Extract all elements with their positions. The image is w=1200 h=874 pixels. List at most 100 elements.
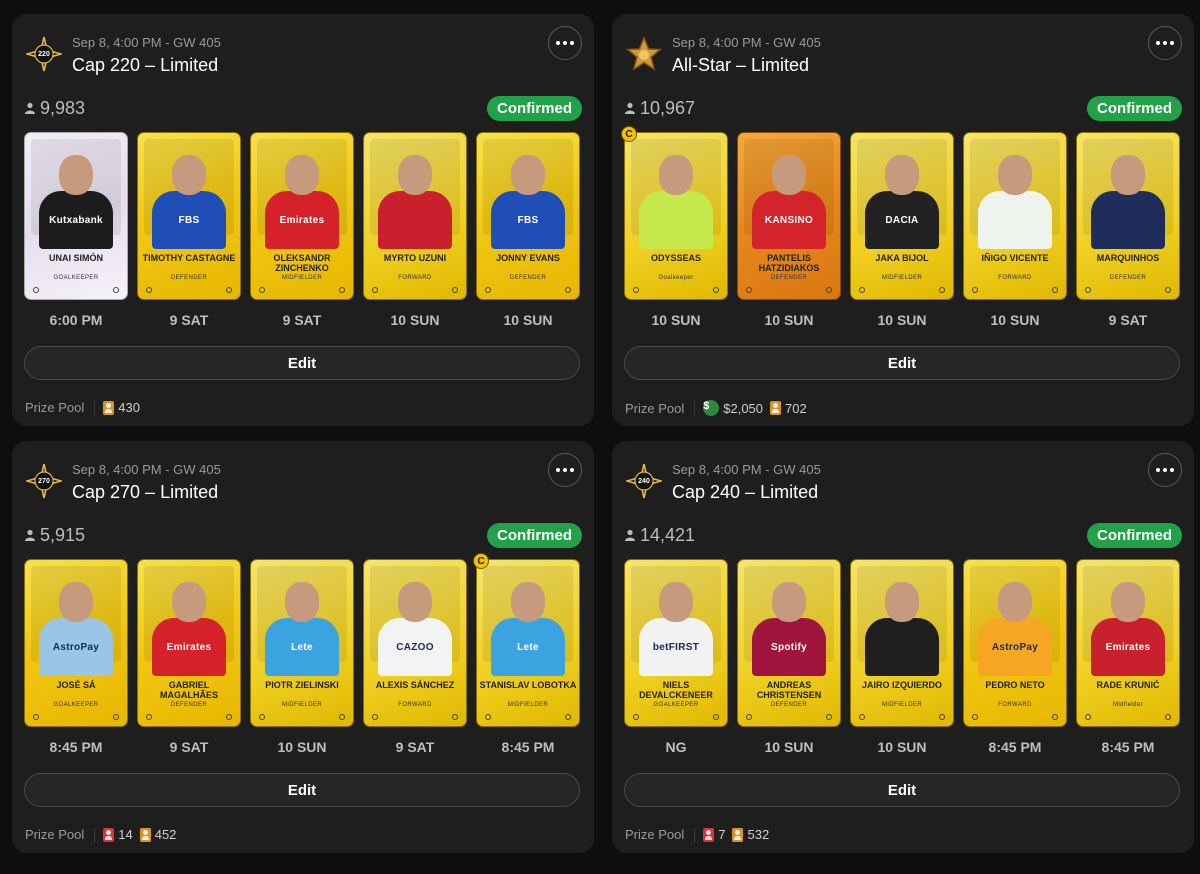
player-card[interactable]: Emirates OLEKSANDR ZINCHENKO MIDFIELDER — [250, 132, 354, 300]
card-footer — [33, 714, 119, 720]
player-position: DEFENDER — [170, 702, 208, 708]
player-card[interactable]: AstroPay PEDRO NETO FORWARD — [963, 559, 1067, 727]
player-card[interactable]: DACIA JAKA BIJOL MIDFIELDER — [850, 132, 954, 300]
club-crest-icon — [372, 287, 378, 293]
player-card[interactable]: Lete PIOTR ZIELINSKI MIDFIELDER — [250, 559, 354, 727]
captain-badge: C — [621, 126, 637, 142]
player-position: MIDFIELDER — [881, 275, 923, 281]
player-card[interactable]: JAIRO IZQUIERDO MIDFIELDER — [850, 559, 954, 727]
league-icon — [1052, 714, 1058, 720]
star-badge-icon: 240 — [626, 463, 662, 499]
ellipsis-icon — [555, 468, 576, 472]
player-card[interactable]: CAZOO ALEXIS SÁNCHEZ FORWARD — [363, 559, 467, 727]
prize-value: 452 — [154, 827, 177, 842]
edit-button[interactable]: Edit — [24, 346, 580, 380]
player-portrait — [285, 582, 319, 622]
prize-value: $2,050 — [723, 400, 764, 416]
dollar-icon: $ — [703, 400, 720, 416]
prize-pool: Prize Pool 430 — [25, 400, 147, 415]
player-card[interactable]: KANSINO PANTELIS HATZIDIAKOS DEFENDER — [737, 132, 841, 300]
kickoff-time: 8:45 PM — [501, 739, 555, 755]
entries-count: 5,915 — [24, 525, 85, 546]
player-position: Goalkeeper — [658, 275, 694, 281]
edit-button[interactable]: Edit — [624, 346, 1180, 380]
player-name: TIMOTHY CASTAGNE — [142, 253, 236, 263]
player-card[interactable]: FBS TIMOTHY CASTAGNE DEFENDER — [137, 132, 241, 300]
star-badge-icon: 270 — [26, 463, 62, 499]
badge-label: 270 — [38, 478, 50, 485]
kickoff-time: 10 SUN — [390, 312, 440, 328]
player-slot: MYRTO UZUNI FORWARD 10 SUN — [363, 132, 467, 329]
lineup-header-text: Sep 8, 4:00 PM - GW 405 All-Star – Limite… — [672, 34, 821, 77]
lineup-header-text: Sep 8, 4:00 PM - GW 405 Cap 270 – Limited — [72, 461, 221, 504]
kickoff-time: 10 SUN — [877, 312, 927, 328]
player-portrait — [511, 582, 545, 622]
prize-item: 14 — [103, 827, 133, 842]
league-icon — [226, 287, 232, 293]
player-portrait — [59, 582, 93, 622]
card-footer — [146, 287, 232, 293]
club-crest-icon — [485, 287, 491, 293]
entries-count: 9,983 — [24, 98, 85, 119]
ellipsis-icon — [1155, 41, 1176, 45]
player-card[interactable]: MYRTO UZUNI FORWARD — [363, 132, 467, 300]
player-card[interactable]: betFIRST NIELS DEVALCKENEER GOALKEEPER — [624, 559, 728, 727]
club-crest-icon — [972, 287, 978, 293]
player-card[interactable]: IÑIGO VICENTE FORWARD — [963, 132, 1067, 300]
shirt-sponsor: FBS — [178, 215, 200, 226]
player-card[interactable]: AstroPay JOSÉ SÁ GOALKEEPER — [24, 559, 128, 727]
player-name: MARQUINHOS — [1096, 253, 1160, 263]
prize-item: 532 — [732, 827, 769, 842]
player-portrait — [1111, 155, 1145, 195]
player-slot: Spotify ANDREAS CHRISTENSEN DEFENDER 10 SUN — [737, 559, 841, 756]
person-icon — [24, 98, 40, 119]
person-icon — [624, 98, 640, 119]
lineup-header-text: Sep 8, 4:00 PM - GW 405 Cap 240 – Limited — [672, 461, 821, 504]
more-options-button[interactable] — [548, 26, 582, 60]
player-card[interactable]: Lete STANISLAV LOBOTKA MIDFIELDER — [476, 559, 580, 727]
club-crest-icon — [746, 714, 752, 720]
shirt-sponsor: Lete — [517, 642, 539, 653]
club-crest-icon — [33, 714, 39, 720]
shirt-sponsor: AstroPay — [991, 642, 1039, 653]
shirt-sponsor: KANSINO — [764, 215, 814, 226]
club-crest-icon — [146, 714, 152, 720]
player-position: GOALKEEPER — [653, 702, 699, 708]
club-crest-icon — [859, 714, 865, 720]
league-icon — [339, 714, 345, 720]
player-card[interactable]: Emirates GABRIEL MAGALHÃES DEFENDER — [137, 559, 241, 727]
prize-pool: Prize Pool $ $2,050 702 — [625, 400, 814, 416]
player-name: MYRTO UZUNI — [383, 253, 447, 263]
club-crest-icon — [33, 287, 39, 293]
card-footer — [633, 287, 719, 293]
player-portrait — [659, 582, 693, 622]
player-slot: AstroPay JOSÉ SÁ GOALKEEPER 8:45 PM — [24, 559, 128, 756]
more-options-button[interactable] — [1148, 453, 1182, 487]
player-card[interactable]: FBS JONNY EVANS DEFENDER — [476, 132, 580, 300]
edit-button[interactable]: Edit — [24, 773, 580, 807]
divider — [694, 827, 696, 842]
red-card-icon — [703, 827, 715, 842]
edit-button[interactable]: Edit — [624, 773, 1180, 807]
player-card[interactable]: MARQUINHOS DEFENDER — [1076, 132, 1180, 300]
player-card[interactable]: Odysseas Goalkeeper — [624, 132, 728, 300]
kickoff-time: 10 SUN — [877, 739, 927, 755]
more-options-button[interactable] — [1148, 26, 1182, 60]
club-crest-icon — [746, 287, 752, 293]
lineup-title: Cap 240 – Limited — [672, 482, 819, 502]
league-icon — [452, 714, 458, 720]
player-portrait — [772, 582, 806, 622]
player-position: DEFENDER — [170, 275, 208, 281]
player-position: DEFENDER — [1109, 275, 1147, 281]
prize-item: 452 — [139, 827, 177, 842]
more-options-button[interactable] — [548, 453, 582, 487]
player-card[interactable]: Emirates Rade Krunić Midfielder — [1076, 559, 1180, 727]
prize-pool: Prize Pool 14 452 — [25, 827, 183, 842]
lineup-meta: Sep 8, 4:00 PM - GW 405 — [672, 462, 821, 477]
player-portrait — [398, 582, 432, 622]
player-card[interactable]: Spotify ANDREAS CHRISTENSEN DEFENDER — [737, 559, 841, 727]
player-portrait — [285, 155, 319, 195]
entries-count: 14,421 — [624, 525, 695, 546]
lineup-header: 270 Sep 8, 4:00 PM - GW 405 Cap 270 – Limi… — [26, 461, 221, 504]
player-card[interactable]: Kutxabank UNAI SIMÓN GOALKEEPER — [24, 132, 128, 300]
